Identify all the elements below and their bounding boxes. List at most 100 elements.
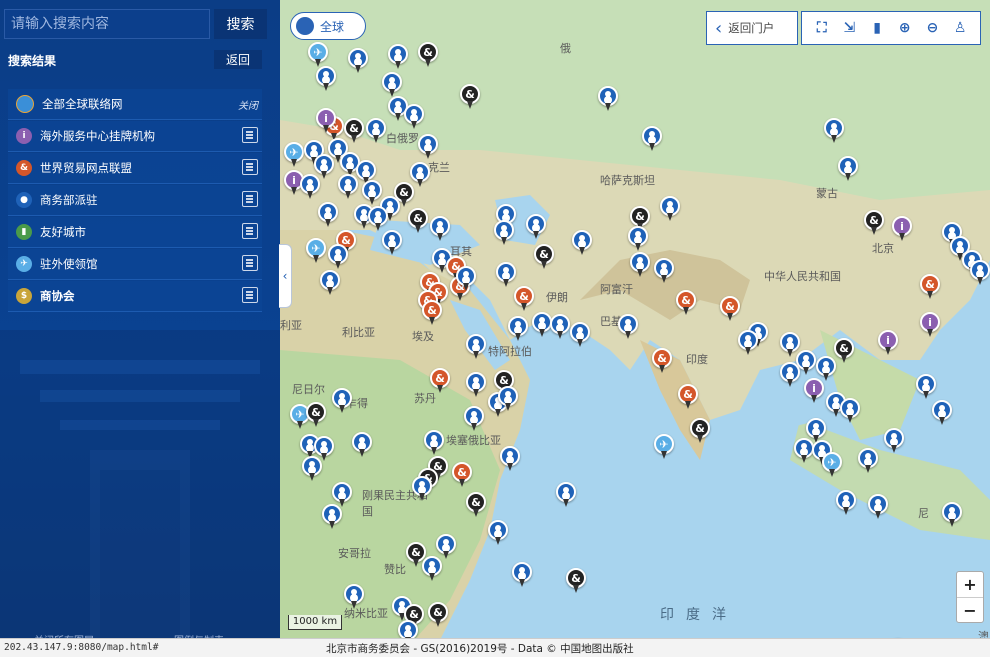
map-marker[interactable]: &: [460, 84, 480, 110]
map-marker[interactable]: [328, 244, 348, 270]
close-layers-link[interactable]: 关闭: [238, 97, 258, 112]
map-marker[interactable]: [628, 226, 648, 252]
zoom-in-icon[interactable]: ⊕: [897, 20, 913, 36]
map-marker[interactable]: [570, 322, 590, 348]
map-marker[interactable]: [630, 252, 650, 278]
map-marker[interactable]: [382, 230, 402, 256]
map-marker[interactable]: [942, 502, 962, 528]
map-marker[interactable]: i: [920, 312, 940, 338]
map-marker[interactable]: ✈: [306, 238, 326, 264]
layer-item-embassies[interactable]: ✈ 驻外使领馆: [8, 249, 262, 280]
map-marker[interactable]: &: [408, 208, 428, 234]
map-marker[interactable]: &: [452, 462, 472, 488]
map-marker[interactable]: [618, 314, 638, 340]
map-marker[interactable]: [550, 314, 570, 340]
map-marker[interactable]: [344, 584, 364, 610]
export-icon[interactable]: ⇲: [841, 20, 857, 36]
map-marker[interactable]: [382, 72, 402, 98]
layer-item-all-network[interactable]: 全部全球联络网 关闭: [8, 89, 262, 120]
layer-item-friendly-cities[interactable]: ▮ 友好城市: [8, 217, 262, 248]
map-marker[interactable]: &: [676, 290, 696, 316]
map-marker[interactable]: [500, 446, 520, 472]
map-marker[interactable]: [868, 494, 888, 520]
map-marker[interactable]: &: [720, 296, 740, 322]
map-marker[interactable]: [320, 270, 340, 296]
map-marker[interactable]: [970, 260, 990, 286]
map-marker[interactable]: [824, 118, 844, 144]
map-marker[interactable]: [338, 174, 358, 200]
map-marker[interactable]: &: [864, 210, 884, 236]
map-marker[interactable]: &: [418, 42, 438, 68]
map-marker[interactable]: [526, 214, 546, 240]
search-input[interactable]: [4, 9, 210, 39]
map-marker[interactable]: &: [514, 286, 534, 312]
map-marker[interactable]: [840, 398, 860, 424]
map-marker[interactable]: &: [306, 402, 326, 428]
map-marker[interactable]: ✈: [654, 434, 674, 460]
map-marker[interactable]: [348, 48, 368, 74]
map-marker[interactable]: [418, 134, 438, 160]
map-marker[interactable]: i: [316, 108, 336, 134]
map-marker[interactable]: [430, 216, 450, 242]
map-marker[interactable]: ✈: [308, 42, 328, 68]
layer-item-overseas-service[interactable]: i 海外服务中心挂牌机构: [8, 121, 262, 152]
map-marker[interactable]: [512, 562, 532, 588]
map-marker[interactable]: &: [428, 602, 448, 628]
map-marker[interactable]: [660, 196, 680, 222]
map-marker[interactable]: [532, 312, 552, 338]
map-marker[interactable]: [738, 330, 758, 356]
document-icon[interactable]: [242, 223, 258, 239]
collapse-sidebar-button[interactable]: ‹: [279, 244, 292, 308]
map-marker[interactable]: &: [430, 368, 450, 394]
map-marker[interactable]: [496, 262, 516, 288]
map-marker[interactable]: ✈: [284, 142, 304, 168]
map-marker[interactable]: [362, 180, 382, 206]
map-marker[interactable]: [412, 476, 432, 502]
map-marker[interactable]: i: [878, 330, 898, 356]
document-icon[interactable]: [242, 255, 258, 271]
map-marker[interactable]: [466, 334, 486, 360]
map-marker[interactable]: &: [652, 348, 672, 374]
zoom-in-button[interactable]: +: [957, 572, 983, 598]
map-marker[interactable]: i: [892, 216, 912, 242]
map-marker[interactable]: [838, 156, 858, 182]
map-marker[interactable]: [836, 490, 856, 516]
map-marker[interactable]: [404, 104, 424, 130]
measure-icon[interactable]: ▮: [869, 20, 885, 36]
map-marker[interactable]: [858, 448, 878, 474]
map-marker[interactable]: [794, 438, 814, 464]
map-marker[interactable]: &: [534, 244, 554, 270]
map-marker[interactable]: [332, 388, 352, 414]
map-marker[interactable]: &: [690, 418, 710, 444]
map-marker[interactable]: [456, 266, 476, 292]
map-marker[interactable]: [466, 372, 486, 398]
map-marker[interactable]: [464, 406, 484, 432]
map-marker[interactable]: i: [804, 378, 824, 404]
map-marker[interactable]: [318, 202, 338, 228]
map-marker[interactable]: [884, 428, 904, 454]
map-marker[interactable]: [916, 374, 936, 400]
layer-item-trade-alliance[interactable]: & 世界贸易网点联盟: [8, 153, 262, 184]
map-marker[interactable]: [302, 456, 322, 482]
fullscreen-icon[interactable]: ⛶: [814, 20, 830, 36]
map-marker[interactable]: &: [466, 492, 486, 518]
document-icon[interactable]: [242, 159, 258, 175]
map-marker[interactable]: [316, 66, 336, 92]
map-marker[interactable]: [368, 206, 388, 232]
map-marker[interactable]: [572, 230, 592, 256]
document-icon[interactable]: [242, 287, 258, 303]
map-marker[interactable]: [498, 386, 518, 412]
document-icon[interactable]: [242, 191, 258, 207]
map-marker[interactable]: [422, 556, 442, 582]
map-marker[interactable]: [366, 118, 386, 144]
map-marker[interactable]: [642, 126, 662, 152]
map-marker[interactable]: &: [678, 384, 698, 410]
map-canvas[interactable]: 俄 白俄罗 克兰 哈萨克斯坦 蒙古 北京 中华人民共和国 阿富汗 伊朗 巴基斯 …: [280, 0, 990, 656]
map-marker[interactable]: [508, 316, 528, 342]
document-icon[interactable]: [242, 127, 258, 143]
map-marker[interactable]: [424, 430, 444, 456]
map-marker[interactable]: &: [422, 300, 442, 326]
map-marker[interactable]: [494, 220, 514, 246]
map-marker[interactable]: &: [920, 274, 940, 300]
map-marker[interactable]: [780, 362, 800, 388]
